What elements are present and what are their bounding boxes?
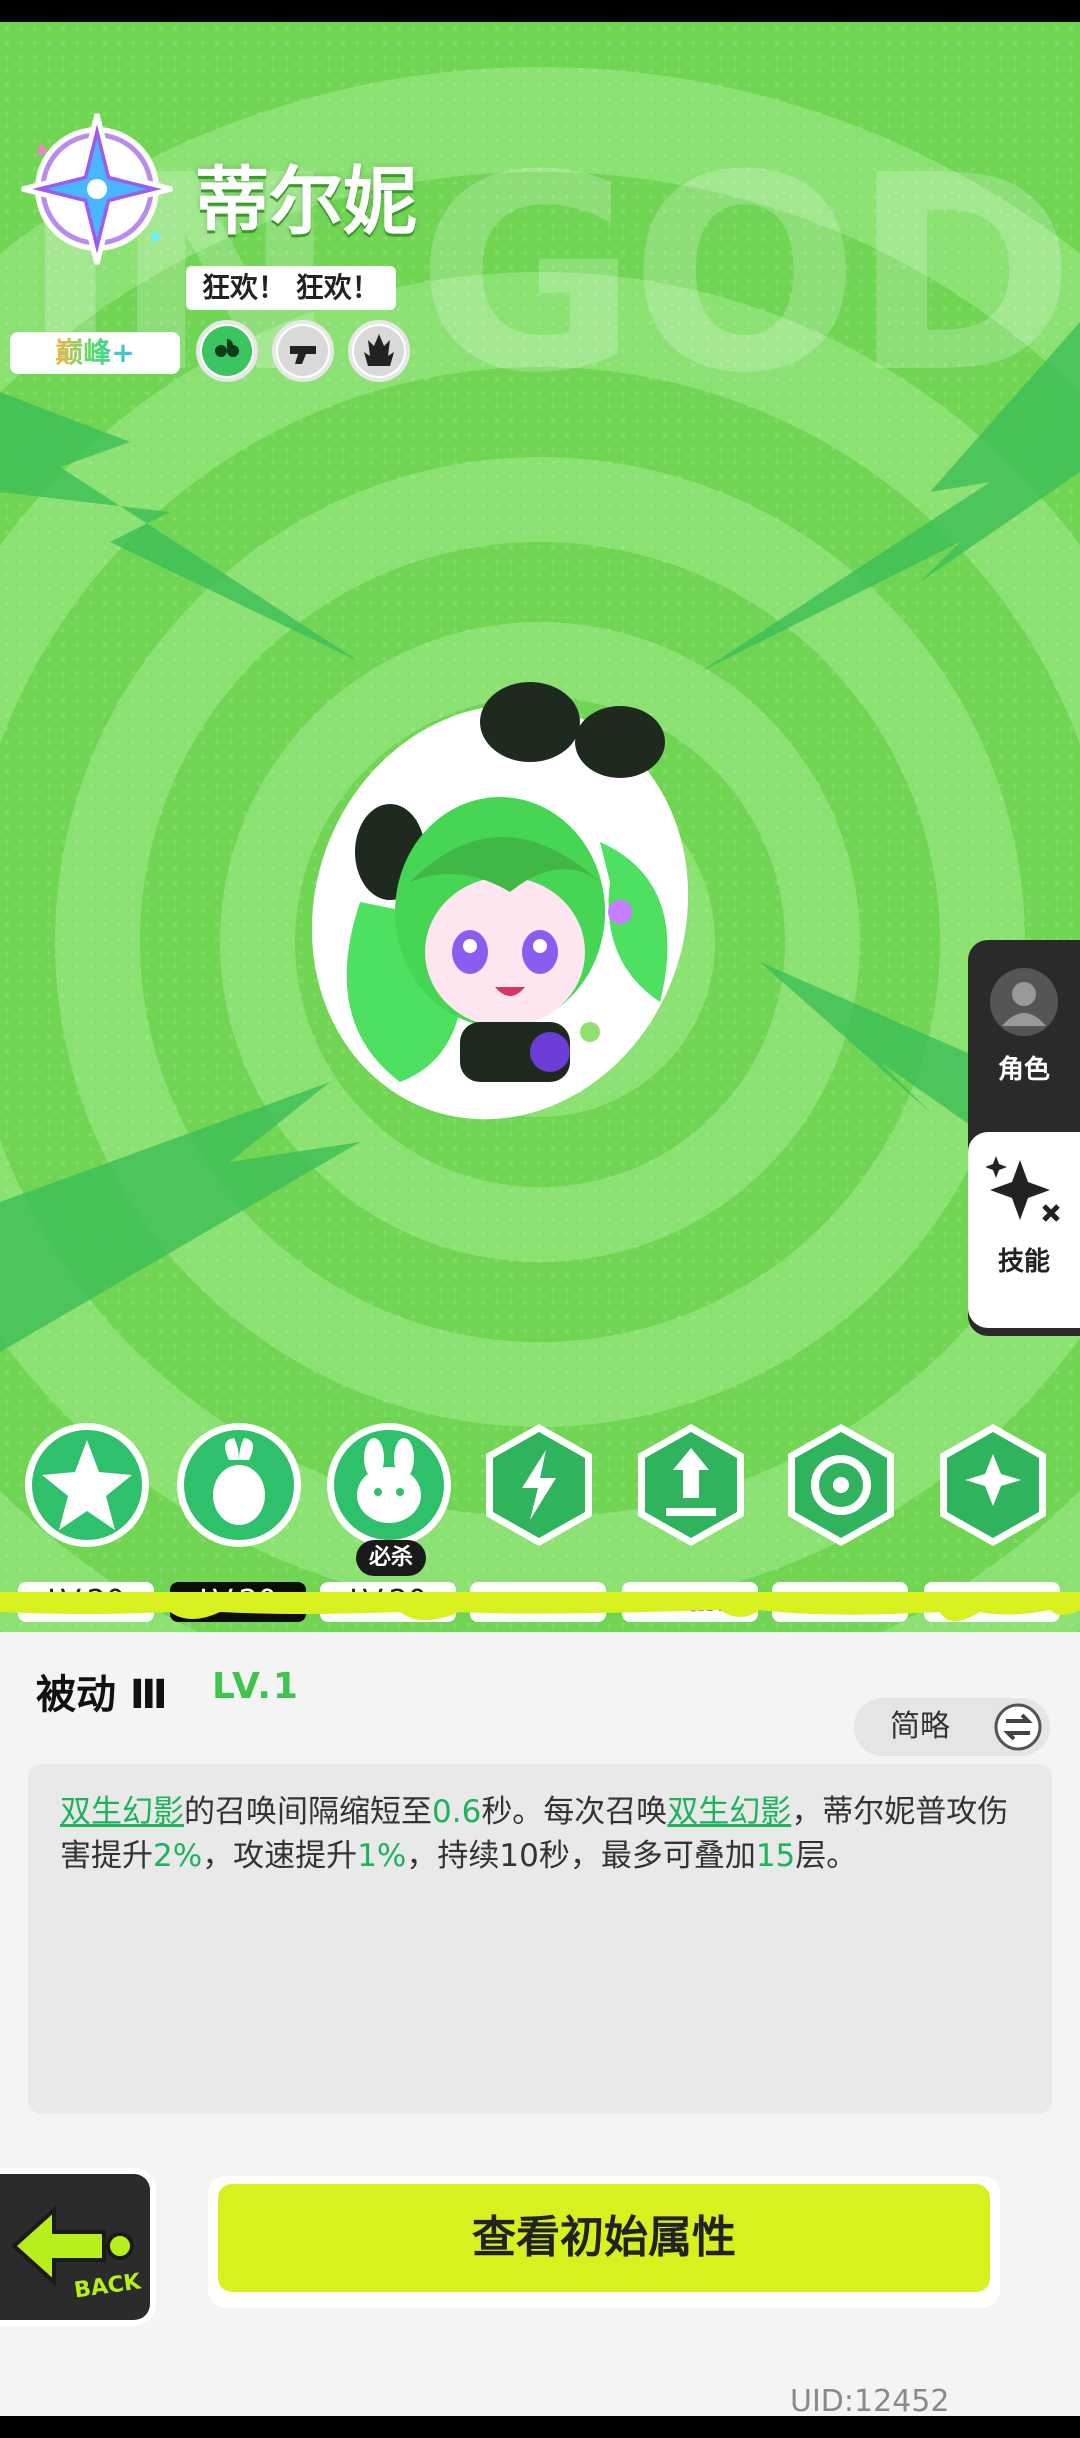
rank-badge: 巅峰+: [10, 332, 180, 374]
swirl-icon: [788, 1424, 894, 1546]
description-text: ，攻速提升: [202, 1838, 358, 1874]
sparkle-icon: [985, 1156, 1060, 1222]
star-burst-icon: [25, 1423, 149, 1547]
description-text: 秒。每次召唤: [481, 1794, 668, 1830]
character-showcase: IN GOD 蒂尔妮 狂欢！ 狂欢！ 巅峰+ 角色 技能: [0, 22, 1080, 1632]
skill-description: 双生幻影的召唤间隔缩短至0.6秒。每次召唤双生幻影，蒂尔妮普攻伤害提升2%，攻速…: [28, 1764, 1052, 2114]
skill-slot[interactable]: [170, 1420, 308, 1550]
tab-skill[interactable]: 技能: [968, 1132, 1080, 1328]
user-id: UID:12452: [790, 2384, 950, 2416]
brief-toggle-label: 简略: [890, 1709, 950, 1744]
highlight-value: 0.6: [432, 1794, 482, 1830]
back-button[interactable]: BACK: [0, 2168, 156, 2326]
rabbit-icon: [327, 1423, 451, 1547]
cta-label: 查看初始属性: [218, 2184, 990, 2292]
skill-slot[interactable]: 必杀: [320, 1420, 458, 1576]
lightning-icon: [486, 1424, 592, 1546]
view-base-stats-button[interactable]: 查看初始属性: [208, 2176, 1000, 2308]
description-text: ，持续10秒，最多可叠加: [406, 1838, 756, 1874]
character-badge-icon: [21, 113, 173, 265]
spin-star-icon: [940, 1424, 1046, 1546]
slime-divider: [0, 1592, 1080, 1621]
skill-slot[interactable]: [622, 1420, 760, 1550]
description-text: 的召唤间隔缩短至: [184, 1794, 432, 1830]
flame-icon[interactable]: [348, 320, 410, 382]
radish-icon: [177, 1423, 301, 1547]
clover-icon[interactable]: [196, 320, 258, 382]
skill-detail-level: LV.1: [212, 1666, 300, 1707]
skill-slot[interactable]: [470, 1420, 608, 1550]
gun-icon[interactable]: [272, 320, 334, 382]
highlight-value: 2%: [153, 1838, 203, 1874]
swap-icon: [994, 1703, 1042, 1751]
ultimate-tag: 必杀: [356, 1540, 426, 1576]
character-name: 蒂尔妮: [195, 159, 417, 245]
character-sprite: [311, 682, 689, 1120]
skill-title: 被动 Ⅲ: [36, 1672, 168, 1718]
skill-slot[interactable]: [924, 1420, 1062, 1550]
character-slogan: 狂欢！ 狂欢！: [186, 266, 396, 310]
keyword-link[interactable]: 双生幻影: [667, 1794, 791, 1830]
tab-skill-label: 技能: [997, 1247, 1050, 1277]
brief-toggle-button[interactable]: 简略: [854, 1698, 1050, 1756]
highlight-value: 15: [755, 1838, 796, 1874]
game-screen: IN GOD 蒂尔妮 狂欢！ 狂欢！ 巅峰+ 角色 技能 必杀 被动 Ⅲ LV.…: [0, 22, 1080, 2416]
highlight-value: 1%: [357, 1838, 407, 1874]
side-tab-bar: 角色 技能: [968, 940, 1080, 1336]
description-text: 层。: [795, 1838, 858, 1874]
keyword-link[interactable]: 双生幻影: [60, 1794, 184, 1830]
upgrade-arrow-icon: [638, 1424, 744, 1546]
skill-slot[interactable]: [18, 1420, 156, 1550]
avatar-icon: [990, 968, 1058, 1036]
tab-role[interactable]: 角色: [968, 940, 1080, 1120]
tab-role-label: 角色: [997, 1055, 1050, 1085]
skill-slot[interactable]: [772, 1420, 910, 1550]
